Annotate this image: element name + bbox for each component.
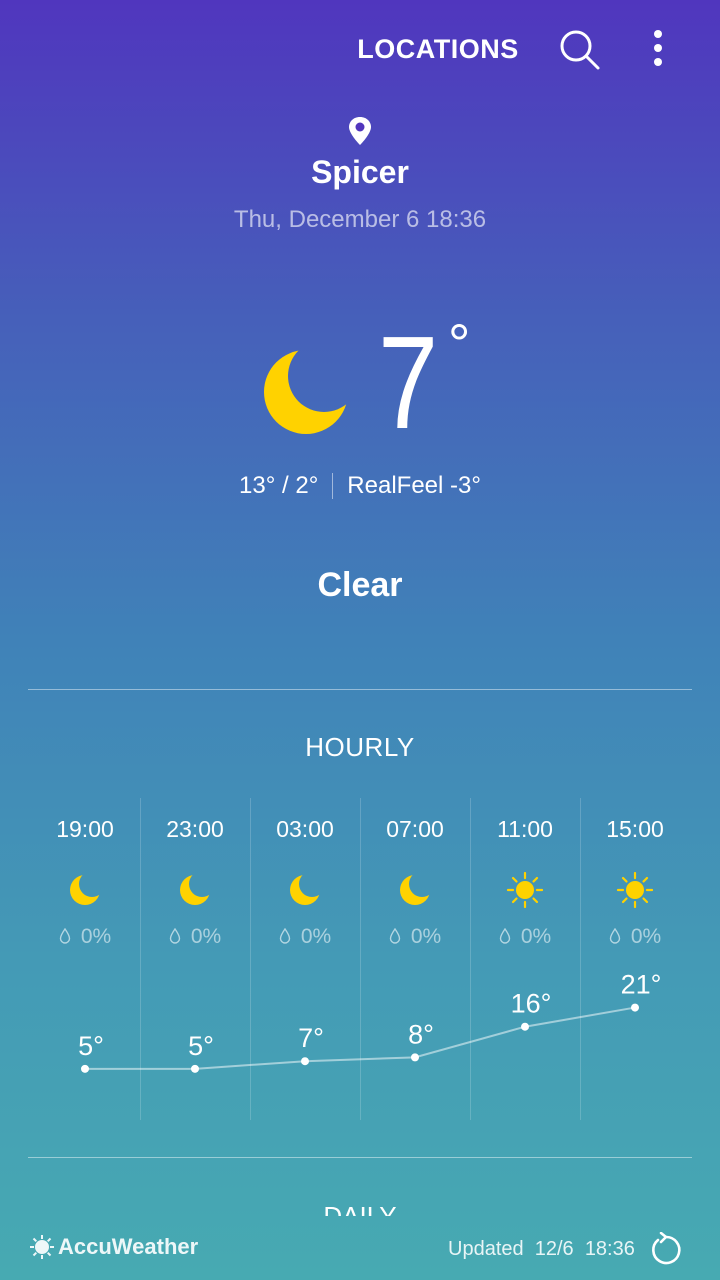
- daily-title: DAILY: [0, 1198, 720, 1216]
- hourly-temperature: 5°: [78, 1031, 104, 1061]
- updated-info: Updated 12/6 18:36: [448, 1238, 635, 1261]
- hi-lo-realfeel: 13° / 2° RealFeel -3°: [0, 472, 720, 500]
- divider: [28, 1157, 692, 1158]
- hourly-temperature: 21°: [621, 970, 662, 1000]
- accuweather-sun-icon: [30, 1235, 54, 1259]
- separator: [332, 473, 334, 499]
- hourly-temperature-chart: 5° 5° 7° 8° 16° 21°: [78, 970, 662, 1073]
- top-bar: LOCATIONS: [0, 0, 720, 96]
- hourly-temperature: 8°: [408, 1019, 434, 1049]
- brand-name: AccuWeather: [58, 1234, 199, 1259]
- weather-condition: Clear: [317, 566, 403, 604]
- search-icon[interactable]: [554, 24, 604, 74]
- divider: [28, 689, 692, 690]
- hourly-temperature: 5°: [188, 1031, 214, 1061]
- moon-icon: [258, 344, 354, 440]
- footer: AccuWeather Updated 12/6 18:36: [0, 1222, 720, 1280]
- temperature-point: [411, 1053, 419, 1062]
- updated-time: 18:36: [584, 1238, 635, 1260]
- updated-label: Updated: [448, 1238, 524, 1260]
- city-name[interactable]: Spicer: [0, 154, 720, 191]
- hourly-temperature: 16°: [511, 989, 552, 1019]
- hourly-title: HOURLY: [305, 732, 415, 762]
- temperature-line: [85, 1006, 636, 1070]
- locations-button[interactable]: LOCATIONS: [352, 28, 524, 70]
- accuweather-logo[interactable]: AccuWeather: [30, 1234, 198, 1260]
- date-time: Thu, December 6 18:36: [233, 206, 487, 233]
- current-temperature: 7: [378, 309, 438, 456]
- temperature-point: [301, 1057, 309, 1066]
- temperature-point: [521, 1022, 529, 1031]
- temperature-point: [81, 1064, 89, 1073]
- updated-date: 12/6: [534, 1238, 574, 1260]
- location-pin-icon: [346, 116, 374, 146]
- daily-title-text: DAILY: [323, 1201, 397, 1216]
- refresh-icon[interactable]: [648, 1231, 684, 1268]
- temperature-point: [631, 1003, 639, 1012]
- realfeel-temperature: RealFeel -3°: [347, 472, 481, 499]
- degree-symbol: °: [448, 312, 471, 375]
- hi-lo-temperature: 13° / 2°: [239, 472, 319, 499]
- hourly-forecast[interactable]: 19:00 0% 23:00 0% 03:00 0% 07:00 0% 11:00 0% 15:00…: [30, 798, 690, 1120]
- hourly-temperature: 7°: [298, 1023, 324, 1053]
- temperature-point: [191, 1064, 199, 1073]
- more-vert-icon[interactable]: [636, 24, 680, 74]
